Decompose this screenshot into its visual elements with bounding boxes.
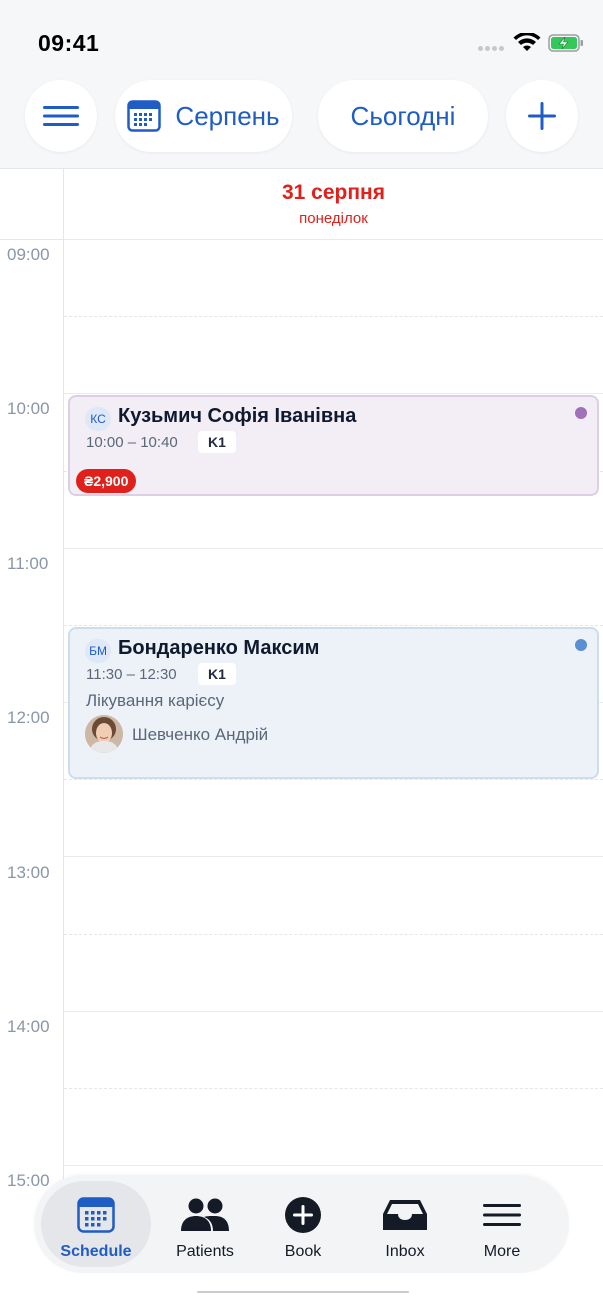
status-dot [575, 407, 587, 419]
top-toolbar: Серпень Сьогодні [0, 80, 603, 169]
day-header: 31 серпня понеділок [0, 169, 603, 240]
tab-inbox[interactable]: Inbox [350, 1181, 460, 1267]
home-indicator [197, 1291, 409, 1293]
tab-book[interactable]: Book [248, 1181, 358, 1267]
treatment-name: Лікування карієсу [86, 691, 225, 710]
status-bar: 09:41 [0, 0, 603, 80]
hour-label: 13:00 [7, 863, 50, 882]
tab-schedule[interactable]: Schedule [41, 1181, 151, 1267]
patient-name: Кузьмич Софія Іванівна [118, 405, 357, 427]
tab-label: Patients [176, 1243, 234, 1260]
status-dot [575, 639, 587, 651]
tab-patients[interactable]: Patients [150, 1181, 260, 1267]
hour-label: 15:00 [7, 1171, 50, 1190]
hour-label: 11:00 [7, 554, 49, 573]
appointment-card[interactable]: БМ Бондаренко Максим 11:30 – 12:30 K1 Лі… [68, 627, 599, 779]
price-badge: ₴2,900 [76, 469, 137, 493]
today-label: Сьогодні [350, 100, 456, 131]
patient-name: Бондаренко Максим [118, 637, 320, 659]
add-appointment-button[interactable] [506, 80, 578, 152]
appointment-time: 11:30 – 12:30 [86, 666, 177, 683]
hour-gridline [64, 1165, 603, 1166]
half-hour-gridline [64, 316, 603, 317]
people-icon [181, 1198, 229, 1231]
cellular-signal-icon [478, 46, 508, 52]
room-badge: K1 [198, 663, 236, 685]
room-badge: K1 [198, 431, 236, 453]
today-button[interactable]: Сьогодні [318, 80, 488, 152]
tab-more[interactable]: More [447, 1181, 557, 1267]
patient-initials-avatar: БМ [85, 639, 111, 663]
hour-gridline [64, 393, 603, 394]
tab-label: Inbox [385, 1243, 425, 1260]
doctor-name: Шевченко Андрій [132, 725, 269, 744]
status-time: 09:41 [38, 30, 100, 56]
inbox-tray-icon [383, 1200, 427, 1230]
hour-label: 12:00 [7, 708, 50, 727]
day-weekday: понеділок [299, 210, 368, 227]
half-hour-gridline [64, 934, 603, 935]
day-date: 31 серпня [281, 181, 385, 204]
calendar-icon [77, 1197, 115, 1233]
appointment-time: 10:00 – 10:40 [86, 434, 178, 451]
tab-label: Schedule [60, 1243, 132, 1260]
hour-gridline [64, 548, 603, 549]
half-hour-gridline [64, 1088, 603, 1089]
half-hour-gridline [64, 779, 603, 780]
hour-gridline [64, 239, 603, 240]
hour-gridline [64, 856, 603, 857]
plus-icon [528, 102, 556, 130]
half-hour-gridline [64, 625, 603, 626]
patient-initials-avatar: КС [85, 407, 111, 431]
month-label: Серпень [175, 100, 280, 131]
tab-label: More [483, 1243, 521, 1260]
time-column-divider [63, 169, 64, 1179]
wifi-icon [513, 33, 541, 51]
hour-label: 09:00 [7, 245, 50, 264]
month-picker-button[interactable]: Серпень [115, 80, 292, 152]
doctor-photo-icon [85, 715, 123, 753]
appointment-card[interactable]: КС Кузьмич Софія Іванівна 10:00 – 10:40 … [68, 395, 599, 496]
menu-lines-icon [483, 1204, 521, 1226]
doctor-avatar [85, 715, 123, 753]
plus-circle-icon [285, 1197, 321, 1233]
battery-charging-icon [548, 34, 583, 52]
calendar-icon [127, 100, 162, 132]
tab-label: Book [284, 1243, 322, 1260]
bottom-tab-bar: Schedule Patients Book Inbox More [34, 1175, 569, 1273]
hamburger-menu-icon [43, 106, 79, 126]
hour-label: 14:00 [7, 1017, 50, 1036]
hour-label: 10:00 [7, 399, 50, 418]
menu-button[interactable] [25, 80, 97, 152]
hour-gridline [64, 1011, 603, 1012]
